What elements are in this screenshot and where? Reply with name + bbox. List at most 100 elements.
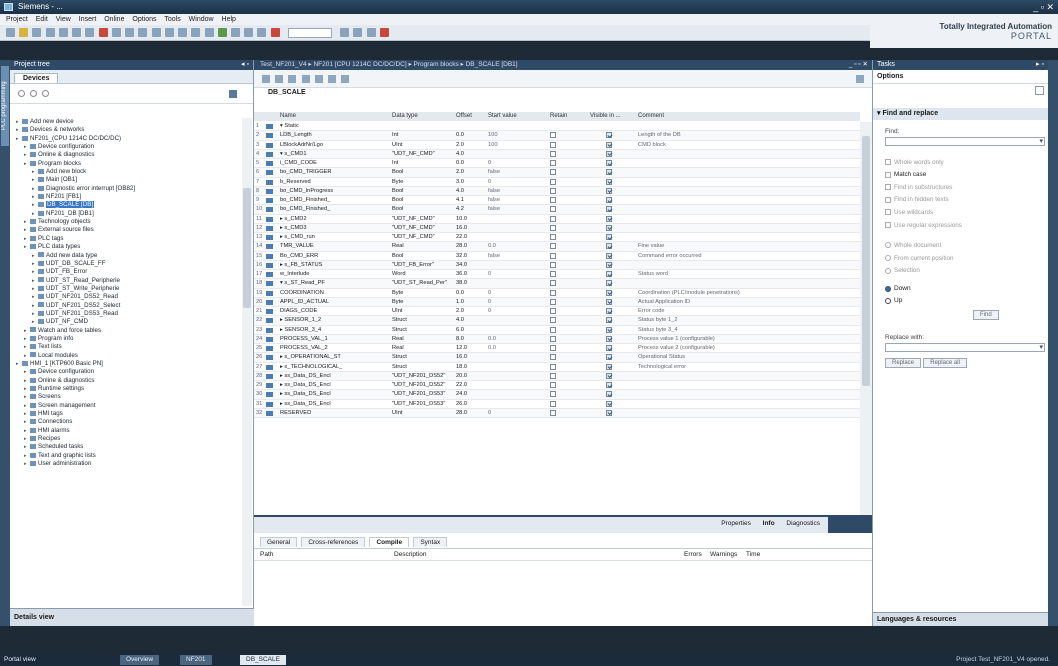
row-number[interactable]: 27 — [256, 363, 266, 371]
cell-offset[interactable]: 18.0 — [456, 363, 482, 371]
tree-item[interactable]: ▸ UDT_ST_Read_Peripherie — [10, 277, 242, 285]
retain-checkbox[interactable] — [550, 168, 580, 176]
visible-in-hmi-checkbox[interactable] — [606, 159, 636, 167]
row-number[interactable]: 21 — [256, 307, 266, 315]
visible-in-hmi-checkbox[interactable] — [606, 131, 636, 139]
tree-item[interactable]: ▸ PLC data types — [10, 243, 242, 251]
maximize-icon[interactable] — [366, 28, 376, 37]
cell-data-type[interactable]: Struct — [392, 363, 448, 371]
cell-name[interactable]: ▾ Static — [280, 122, 390, 130]
row-number[interactable]: 11 — [256, 215, 266, 223]
reset-start-values-icon[interactable] — [288, 75, 297, 83]
cell-name[interactable]: bo_CMD_InProgress — [280, 187, 390, 195]
cell-data-type[interactable]: "UDT_NF_CMD" — [392, 215, 448, 223]
visible-in-hmi-checkbox[interactable] — [606, 344, 636, 352]
cell-start-value[interactable]: false — [488, 196, 544, 204]
table-row[interactable]: 21 DIAGS_CODE UInt 2.0 0 Error code — [254, 307, 860, 317]
tree-item[interactable]: ▸ HMI alarms — [10, 427, 242, 435]
table-row[interactable]: 26 ▸ s_OPERATIONAL_ST Struct 16.0 Operation… — [254, 353, 860, 363]
retain-checkbox[interactable] — [550, 242, 580, 250]
visible-in-hmi-checkbox[interactable] — [606, 316, 636, 324]
col-time[interactable]: Time — [746, 549, 760, 561]
tree-item[interactable]: ▸ Text and graphic lists — [10, 452, 242, 460]
table-row[interactable]: 28 ▸ ss_Data_DS_Encl "UDT_NF201_DS52" 20.0 — [254, 371, 860, 381]
cell-comment[interactable]: Fine value — [638, 242, 858, 250]
col-visible[interactable]: Visible in ... — [590, 112, 638, 120]
tab-info[interactable]: Info — [763, 520, 775, 527]
cell-name[interactable]: PROCESS_VAL_2 — [280, 344, 390, 352]
cell-offset[interactable]: 16.0 — [456, 353, 482, 361]
tree-options-icon[interactable] — [229, 90, 237, 98]
load-start-values-icon[interactable] — [341, 75, 350, 83]
visible-in-hmi-checkbox[interactable] — [606, 233, 636, 241]
tree-item[interactable]: ▸ Runtime settings — [10, 385, 242, 393]
tree-item[interactable]: ▸ Screen management — [10, 402, 242, 410]
cell-data-type[interactable]: Byte — [392, 289, 448, 297]
row-number[interactable]: 14 — [256, 242, 266, 250]
col-description[interactable]: Description — [394, 549, 427, 561]
cell-data-type[interactable]: UInt — [392, 409, 448, 417]
row-number[interactable]: 3 — [256, 141, 266, 149]
go-offline-icon[interactable] — [230, 28, 240, 37]
row-number[interactable]: 6 — [256, 168, 266, 176]
cell-name[interactable]: COORDINATION — [280, 289, 390, 297]
retain-checkbox[interactable] — [550, 270, 580, 278]
window-controls[interactable]: _ ▫ ✕ — [1033, 2, 1054, 12]
cell-start-value[interactable]: 0.0 — [488, 344, 544, 352]
cell-name[interactable]: ▾ s_CMD1 — [280, 150, 390, 158]
retain-checkbox[interactable] — [550, 400, 580, 408]
retain-checkbox[interactable] — [550, 141, 580, 149]
use-regex-checkbox[interactable]: Use regular expressions — [873, 222, 1048, 230]
tree-item[interactable]: ▸ UDT_NF_CMD — [10, 318, 242, 326]
inspector-window-controls[interactable] — [828, 517, 872, 533]
cell-comment[interactable]: Process value 1 (configurable) — [638, 335, 858, 343]
visible-in-hmi-checkbox[interactable] — [606, 242, 636, 250]
cell-data-type[interactable]: Real — [392, 344, 448, 352]
col-errors[interactable]: Errors — [684, 549, 702, 561]
cell-offset[interactable]: 1.0 — [456, 298, 482, 306]
task-pane-controls[interactable]: ▸ ▫ — [1036, 60, 1044, 70]
table-row[interactable]: 32 RESERVED UInt 28.0 0 — [254, 408, 860, 418]
tree-item[interactable]: ▸ Add new block — [10, 168, 242, 176]
split-editor-icon[interactable] — [353, 28, 363, 37]
cell-data-type[interactable]: Bool — [392, 168, 448, 176]
cell-data-type[interactable]: Byte — [392, 298, 448, 306]
paste-icon[interactable] — [85, 28, 95, 37]
table-row[interactable]: 23 ▸ SENSOR_3_4 Struct 6.0 Status byte 3_4 — [254, 326, 860, 335]
menu-help[interactable]: Help — [222, 16, 236, 23]
minimize-options-icon[interactable] — [1035, 86, 1044, 95]
cell-name[interactable]: w_Interlude — [280, 270, 390, 278]
cell-start-value[interactable]: false — [488, 168, 544, 176]
menu-online[interactable]: Online — [104, 16, 124, 23]
visible-in-hmi-checkbox[interactable] — [606, 196, 636, 204]
cell-start-value[interactable]: 100 — [488, 141, 544, 149]
cell-offset[interactable]: 4.2 — [456, 205, 482, 213]
tab-syntax[interactable]: Syntax — [413, 537, 448, 547]
cell-comment[interactable]: Length of the DB — [638, 131, 858, 139]
tree-item[interactable]: ▸ External source files — [10, 226, 242, 234]
redo-icon[interactable] — [125, 28, 135, 37]
tree-item[interactable]: ▸ Connections — [10, 418, 242, 426]
menu-window[interactable]: Window — [189, 16, 214, 23]
cell-offset[interactable]: 22.0 — [456, 381, 482, 389]
cell-offset[interactable]: 38.0 — [456, 279, 482, 287]
open-editor-nf201[interactable]: NF201 — [180, 655, 212, 665]
table-row[interactable]: 1 ▾ Static — [254, 122, 860, 132]
cell-comment[interactable]: Status byte 1_2 — [638, 316, 858, 324]
cell-comment[interactable]: Status word — [638, 270, 858, 278]
col-start-value[interactable]: Start value — [488, 112, 544, 120]
tree-item[interactable]: ▸ Device configuration — [10, 368, 242, 376]
row-number[interactable]: 30 — [256, 390, 266, 398]
cell-start-value[interactable]: 0 — [488, 159, 544, 167]
tree-item[interactable]: ▸ DB_SCALE [DB] — [10, 201, 242, 209]
cell-name[interactable]: ▸ s_FB_STATUS — [280, 261, 390, 269]
cell-data-type[interactable]: Int — [392, 159, 448, 167]
retain-checkbox[interactable] — [550, 224, 580, 232]
tab-cross-references[interactable]: Cross-references — [301, 537, 366, 547]
cell-offset[interactable]: 36.0 — [456, 270, 482, 278]
cell-offset[interactable]: 6.0 — [456, 326, 482, 334]
tree-scrollbar[interactable] — [242, 118, 252, 606]
visible-in-hmi-checkbox[interactable] — [606, 372, 636, 380]
cell-start-value[interactable]: false — [488, 205, 544, 213]
tree-item[interactable]: ▸ UDT_FB_Error — [10, 268, 242, 276]
